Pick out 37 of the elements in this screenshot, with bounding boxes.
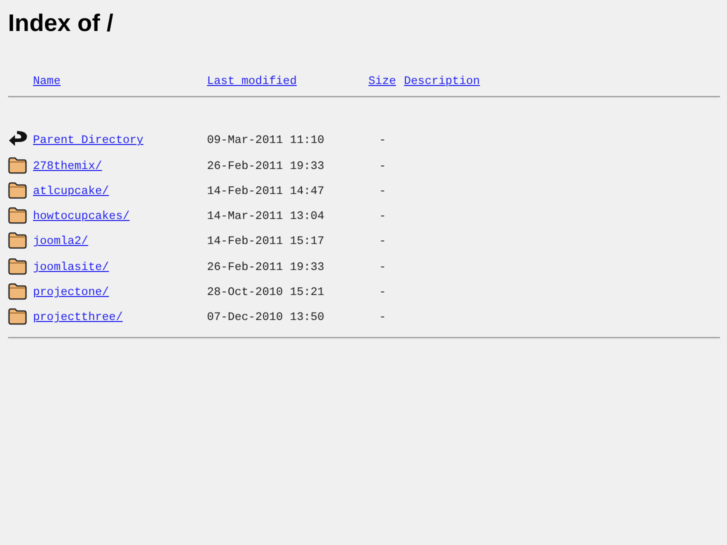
modified-date: 28-Oct-2010 15:21 xyxy=(207,286,324,300)
last-modified-column-link[interactable]: Last modified xyxy=(207,75,297,88)
directory-link[interactable]: atlcupcake/ xyxy=(33,184,109,198)
back-arrow-icon xyxy=(8,130,28,148)
folder-icon xyxy=(8,283,27,300)
modified-date: 26-Feb-2011 19:33 xyxy=(207,260,324,274)
directory-link[interactable]: joomla2/ xyxy=(33,235,88,248)
modified-date: 14-Feb-2011 14:47 xyxy=(207,184,324,198)
directory-link[interactable]: projectthree/ xyxy=(33,311,123,324)
file-size: - xyxy=(379,311,387,324)
modified-date: 14-Feb-2011 15:17 xyxy=(207,235,324,248)
file-size: - xyxy=(379,184,387,198)
name-column-link[interactable]: Name xyxy=(33,75,61,88)
file-size: - xyxy=(379,210,387,224)
size-column-link[interactable]: Size xyxy=(368,75,396,88)
directory-link[interactable]: Parent Directory xyxy=(33,134,144,148)
directory-link[interactable]: projectone/ xyxy=(33,286,109,300)
modified-date: 07-Dec-2010 13:50 xyxy=(207,311,324,324)
file-size: - xyxy=(379,160,387,173)
page-title: Index of / xyxy=(8,9,114,39)
directory-link[interactable]: joomlasite/ xyxy=(33,260,109,274)
modified-date: 09-Mar-2011 11:10 xyxy=(207,134,324,148)
directory-link[interactable]: 278themix/ xyxy=(33,160,102,173)
folder-icon xyxy=(8,207,27,224)
folder-icon xyxy=(8,258,27,275)
directory-link[interactable]: howtocupcakes/ xyxy=(33,210,130,224)
file-size: - xyxy=(379,260,387,274)
folder-icon xyxy=(8,308,27,326)
file-size: - xyxy=(379,235,387,248)
folder-icon xyxy=(8,156,27,174)
file-size: - xyxy=(379,134,387,148)
file-size: - xyxy=(379,286,387,300)
folder-icon xyxy=(8,232,27,250)
description-column-link[interactable]: Description xyxy=(404,75,480,88)
folder-icon xyxy=(8,182,27,199)
modified-date: 26-Feb-2011 19:33 xyxy=(207,160,324,173)
modified-date: 14-Mar-2011 13:04 xyxy=(207,210,324,224)
